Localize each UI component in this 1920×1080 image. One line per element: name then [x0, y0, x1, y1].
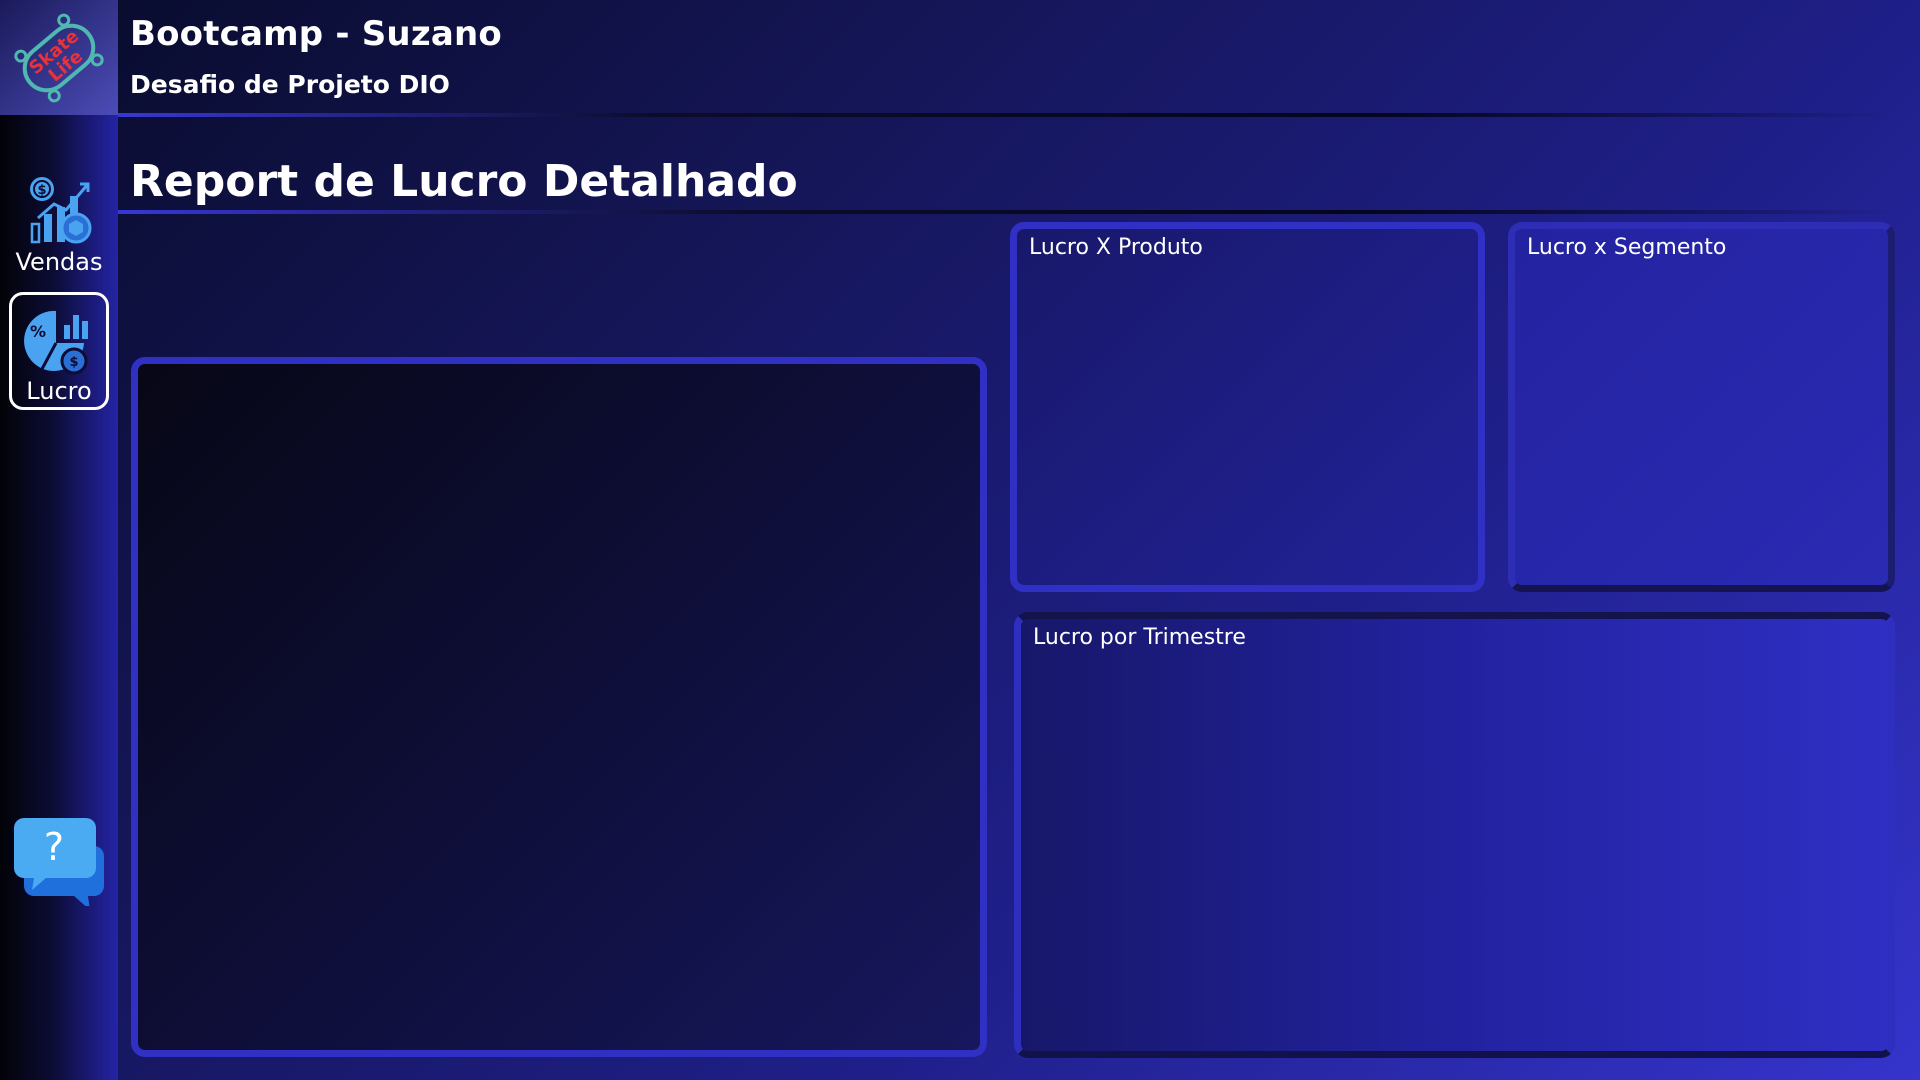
- sidebar: Skate Life $ Vendas % $ Lucro ?: [0, 0, 118, 1080]
- page-title: Report de Lucro Detalhado: [130, 156, 798, 207]
- svg-text:$: $: [69, 355, 78, 370]
- lucro-trimestre-panel[interactable]: Lucro por Trimestre: [1014, 612, 1895, 1058]
- svg-text:%: %: [30, 322, 46, 341]
- logo: Skate Life: [0, 0, 118, 115]
- header-divider: [118, 113, 1898, 117]
- skate-life-logo-icon: Skate Life: [14, 13, 104, 102]
- lucro-segmento-panel[interactable]: Lucro x Segmento: [1508, 222, 1895, 592]
- svg-text:$: $: [37, 183, 46, 198]
- sidebar-item-lucro[interactable]: % $ Lucro: [9, 292, 109, 410]
- lucro-produto-panel[interactable]: Lucro X Produto: [1010, 222, 1485, 592]
- svg-text:?: ?: [44, 825, 64, 869]
- help-button[interactable]: ?: [12, 812, 106, 910]
- sales-chart-icon: $: [30, 177, 92, 244]
- help-chat-icon: ?: [14, 818, 104, 910]
- sidebar-item-vendas[interactable]: $ Vendas: [9, 160, 109, 278]
- panel-title: Lucro X Produto: [1029, 235, 1203, 260]
- profit-pie-icon: % $: [24, 310, 88, 375]
- app-subtitle: Desafio de Projeto DIO: [130, 70, 450, 99]
- panel-title: Lucro por Trimestre: [1033, 625, 1246, 650]
- main-visual-panel[interactable]: [131, 357, 987, 1057]
- app-title: Bootcamp - Suzano: [130, 14, 502, 54]
- panel-title: Lucro x Segmento: [1527, 235, 1727, 260]
- sidebar-item-label: Vendas: [15, 248, 103, 276]
- sidebar-item-label: Lucro: [26, 377, 92, 405]
- title-divider: [118, 210, 1898, 214]
